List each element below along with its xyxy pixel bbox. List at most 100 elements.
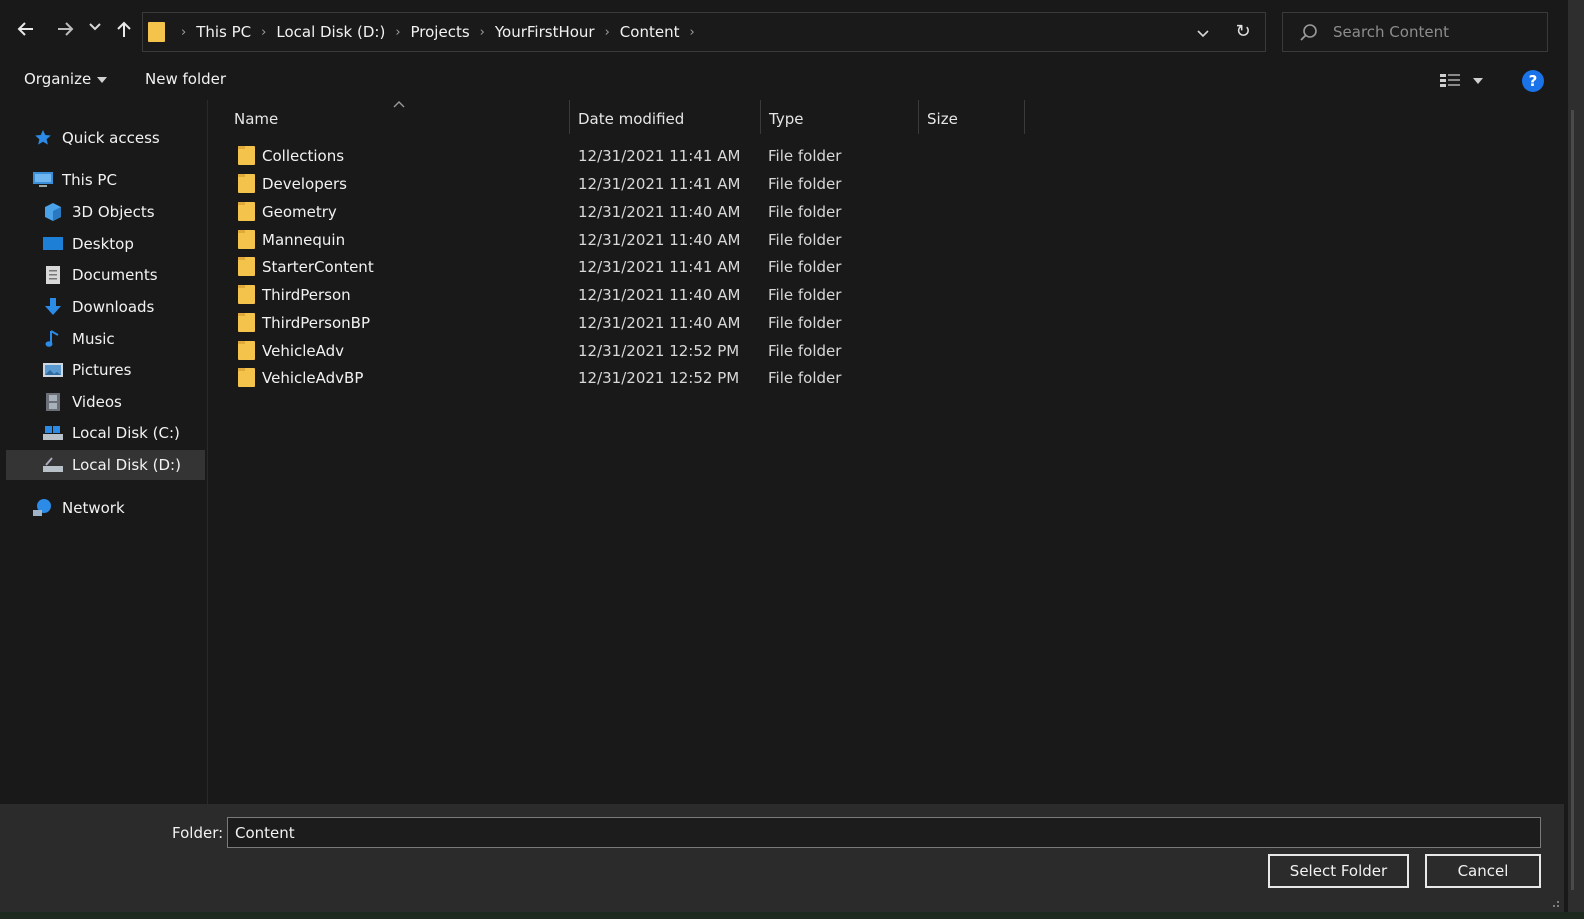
- nav-item-videos[interactable]: Videos: [42, 387, 122, 417]
- file-row[interactable]: Developers 12/31/2021 11:41 AM File fold…: [229, 170, 1129, 198]
- refresh-icon[interactable]: ↻: [1233, 22, 1253, 42]
- new-folder-button[interactable]: New folder: [145, 70, 226, 88]
- file-type: File folder: [768, 286, 842, 304]
- file-name: Developers: [262, 175, 347, 193]
- file-row[interactable]: VehicleAdvBP 12/31/2021 12:52 PM File fo…: [229, 364, 1129, 392]
- nav-item-local-disk-d[interactable]: Local Disk (D:): [6, 450, 205, 480]
- recent-locations-chevron-icon[interactable]: [85, 17, 105, 41]
- navigation-pane: Quick access This PC 3D Objects Desktop …: [0, 100, 208, 804]
- film-icon: [42, 392, 64, 412]
- file-type: File folder: [768, 314, 842, 332]
- folder-name-input[interactable]: [227, 817, 1541, 848]
- help-icon[interactable]: ?: [1522, 70, 1544, 92]
- breadcrumb-content[interactable]: Content: [620, 23, 680, 41]
- column-header-type[interactable]: Type: [769, 110, 803, 128]
- nav-item-label: Music: [72, 330, 115, 348]
- column-header-size[interactable]: Size: [927, 110, 958, 128]
- file-date: 12/31/2021 12:52 PM: [578, 342, 740, 360]
- nav-item-label: Local Disk (D:): [72, 456, 181, 474]
- resize-grip-icon[interactable]: [1548, 896, 1560, 908]
- select-folder-button[interactable]: Select Folder: [1268, 854, 1409, 888]
- search-input[interactable]: [1333, 21, 1533, 43]
- nav-item-label: This PC: [62, 171, 117, 189]
- back-icon[interactable]: [14, 17, 38, 41]
- file-row[interactable]: Collections 12/31/2021 11:41 AM File fol…: [229, 142, 1129, 170]
- file-name: VehicleAdvBP: [262, 369, 364, 387]
- background-window-edge: [0, 912, 1584, 919]
- file-type: File folder: [768, 231, 842, 249]
- up-icon[interactable]: [112, 17, 136, 41]
- nav-item-music[interactable]: Music: [42, 324, 115, 354]
- forward-icon[interactable]: [53, 17, 77, 41]
- file-row[interactable]: ThirdPersonBP 12/31/2021 11:40 AM File f…: [229, 309, 1129, 337]
- column-divider[interactable]: [1024, 100, 1025, 134]
- folder-icon: [238, 230, 255, 249]
- column-divider[interactable]: [760, 100, 761, 134]
- pictures-icon: [42, 360, 64, 380]
- background-window-edge: [1568, 0, 1584, 919]
- column-divider[interactable]: [569, 100, 570, 134]
- nav-item-3d-objects[interactable]: 3D Objects: [42, 197, 155, 227]
- folder-icon: [238, 257, 255, 276]
- file-name: Collections: [262, 147, 345, 165]
- address-bar[interactable]: › This PC › Local Disk (D:) › Projects ›…: [142, 12, 1266, 52]
- nav-item-label: Local Disk (C:): [72, 424, 180, 442]
- breadcrumb-this-pc[interactable]: This PC: [196, 23, 251, 41]
- folder-icon: [238, 341, 255, 360]
- column-header-name[interactable]: Name: [234, 110, 278, 128]
- nav-item-this-pc[interactable]: This PC: [32, 165, 117, 195]
- file-type: File folder: [768, 203, 842, 221]
- file-row[interactable]: ThirdPerson 12/31/2021 11:40 AM File fol…: [229, 281, 1129, 309]
- chevron-right-icon[interactable]: ›: [689, 25, 694, 40]
- organize-button[interactable]: Organize: [24, 70, 108, 88]
- file-name: VehicleAdv: [262, 342, 345, 360]
- file-row[interactable]: Mannequin 12/31/2021 11:40 AM File folde…: [229, 226, 1129, 254]
- search-icon: [1300, 24, 1317, 41]
- file-type: File folder: [768, 258, 842, 276]
- drive-icon: [42, 423, 64, 443]
- nav-item-label: Videos: [72, 393, 122, 411]
- nav-item-network[interactable]: Network: [32, 493, 125, 523]
- chevron-right-icon[interactable]: ›: [605, 25, 610, 40]
- network-icon: [32, 498, 54, 518]
- breadcrumb-projects[interactable]: Projects: [411, 23, 470, 41]
- nav-item-pictures[interactable]: Pictures: [42, 355, 131, 385]
- star-icon: [32, 128, 54, 148]
- breadcrumb-local-disk-d[interactable]: Local Disk (D:): [276, 23, 385, 41]
- column-header-date-modified[interactable]: Date modified: [578, 110, 684, 128]
- nav-item-quick-access[interactable]: Quick access: [32, 123, 160, 153]
- nav-item-label: Documents: [72, 266, 158, 284]
- chevron-down-icon: [97, 76, 108, 83]
- file-dialog-window: › This PC › Local Disk (D:) › Projects ›…: [0, 0, 1568, 912]
- nav-item-documents[interactable]: Documents: [42, 260, 158, 290]
- address-row: › This PC › Local Disk (D:) › Projects ›…: [0, 6, 1568, 56]
- desktop-icon: [42, 234, 64, 254]
- file-name: ThirdPerson: [262, 286, 351, 304]
- nav-item-downloads[interactable]: Downloads: [42, 292, 154, 322]
- folder-icon: [238, 174, 255, 193]
- address-history-dropdown-icon[interactable]: [1193, 23, 1213, 43]
- chevron-right-icon[interactable]: ›: [395, 25, 400, 40]
- column-divider[interactable]: [918, 100, 919, 134]
- folder-icon: [238, 313, 255, 332]
- file-name: Geometry: [262, 203, 337, 221]
- nav-item-desktop[interactable]: Desktop: [42, 229, 134, 259]
- file-date: 12/31/2021 12:52 PM: [578, 369, 740, 387]
- file-type: File folder: [768, 342, 842, 360]
- search-box[interactable]: [1282, 12, 1548, 52]
- file-list: Name Date modified Type Size Collections…: [209, 100, 1564, 804]
- cancel-button[interactable]: Cancel: [1425, 854, 1541, 888]
- change-view-button[interactable]: [1438, 70, 1488, 92]
- file-row[interactable]: StarterContent 12/31/2021 11:41 AM File …: [229, 253, 1129, 281]
- file-row[interactable]: Geometry 12/31/2021 11:40 AM File folder: [229, 198, 1129, 226]
- file-row[interactable]: VehicleAdv 12/31/2021 12:52 PM File fold…: [229, 337, 1129, 365]
- chevron-right-icon[interactable]: ›: [261, 25, 266, 40]
- breadcrumb-yourfirsthour[interactable]: YourFirstHour: [495, 23, 595, 41]
- file-name: Mannequin: [262, 231, 346, 249]
- music-note-icon: [42, 329, 64, 349]
- folder-icon: [238, 368, 255, 387]
- nav-item-label: Pictures: [72, 361, 132, 379]
- nav-item-local-disk-c[interactable]: Local Disk (C:): [42, 418, 180, 448]
- chevron-right-icon[interactable]: ›: [480, 25, 485, 40]
- command-toolbar: Organize New folder ?: [0, 60, 1568, 100]
